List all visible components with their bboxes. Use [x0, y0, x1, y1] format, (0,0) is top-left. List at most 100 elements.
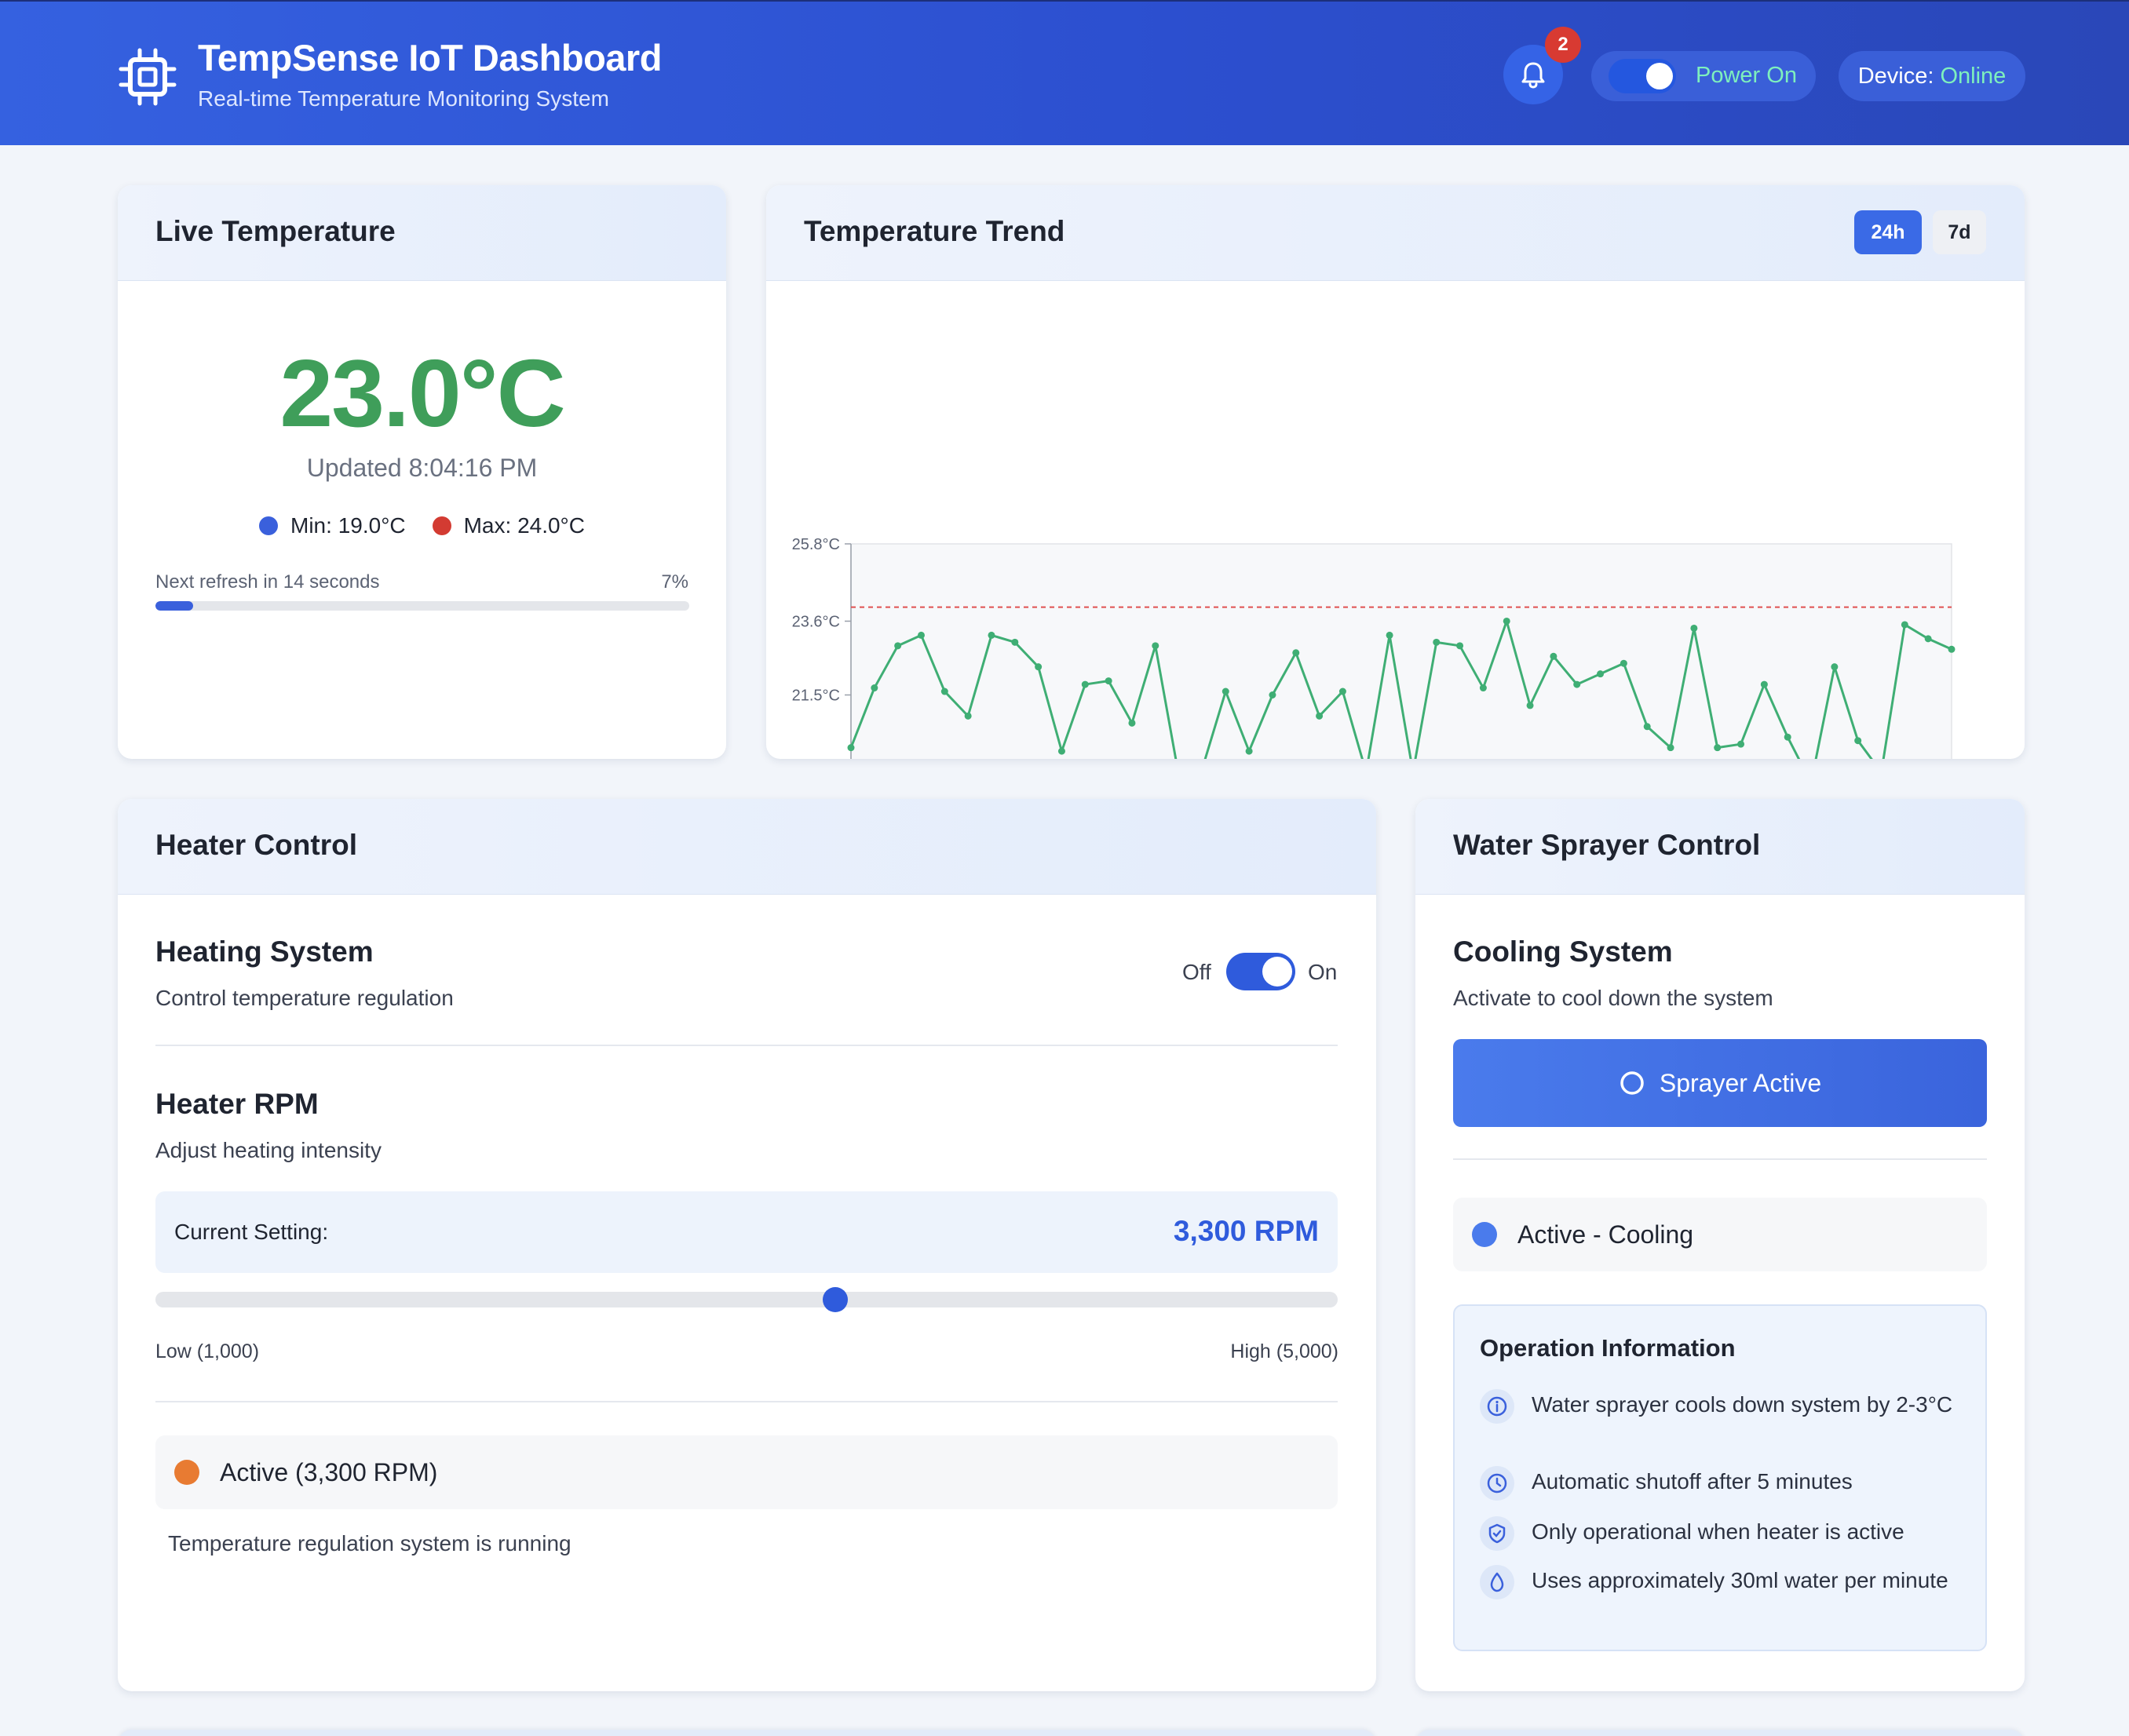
power-toggle[interactable]	[1609, 59, 1676, 93]
device-status-badge: Device: Online	[1839, 51, 2025, 101]
temperature-point	[1948, 645, 1956, 653]
rpm-slider[interactable]	[155, 1287, 1338, 1312]
temperature-point	[1245, 747, 1253, 755]
operation-info-item: Uses approximately 30ml water per minute	[1480, 1565, 1959, 1599]
temperature-point	[1128, 719, 1136, 727]
temperature-point	[1597, 670, 1605, 678]
operation-info-item: Only operational when heater is active	[1480, 1516, 1959, 1551]
operation-info-text: Only operational when heater is active	[1532, 1519, 1904, 1544]
current-setting-label: Current Setting:	[174, 1220, 329, 1244]
device-label: Device:	[1857, 63, 1934, 89]
sprayer-button[interactable]: Sprayer Active	[1453, 1039, 1987, 1127]
refresh-countdown: Next refresh in 14 seconds	[155, 571, 380, 593]
temperature-point	[917, 631, 925, 639]
temperature-point	[1152, 642, 1159, 650]
circle-icon	[1620, 1071, 1644, 1095]
y-tick-label: 21.5°C	[792, 687, 840, 705]
temperature-point	[940, 687, 948, 695]
live-temperature-card: Live Temperature 23.0°C Updated 8:04:16 …	[118, 185, 726, 759]
temperature-point	[847, 744, 855, 752]
temperature-point	[1456, 642, 1464, 650]
power-toggle-knob	[1646, 63, 1673, 89]
refresh-progress-bar	[155, 601, 689, 611]
temperature-point	[1386, 631, 1393, 639]
heating-system-title: Heating System	[155, 935, 374, 968]
card-title: Water Sprayer Control	[1453, 829, 1761, 861]
temperature-point	[894, 642, 902, 650]
heater-note: Temperature regulation system is running	[168, 1531, 572, 1555]
device-status: Online	[1940, 63, 2007, 89]
temperature-point	[1784, 733, 1791, 741]
app-subtitle: Real-time Temperature Monitoring System	[198, 86, 609, 111]
heating-system-subtitle: Control temperature regulation	[155, 986, 454, 1010]
operation-info-item: Automatic shutoff after 5 minutes	[1480, 1466, 1959, 1501]
card-title: Heater Control	[155, 829, 357, 861]
heater-control-card: Heater Control Heating System Control te…	[118, 799, 1376, 1691]
y-tick-label: 25.8°C	[792, 536, 840, 553]
divider	[155, 1401, 1338, 1402]
divider	[1453, 1158, 1987, 1160]
min-legend: Min: 19.0°C	[259, 513, 406, 538]
heater-rpm-title: Heater RPM	[155, 1088, 319, 1120]
next-card-top	[118, 1730, 1376, 1736]
temperature-point	[964, 712, 972, 720]
temperature-point	[871, 684, 878, 692]
card-title: Temperature Trend	[804, 215, 1065, 247]
temperature-point	[1737, 740, 1745, 748]
next-card-top	[1415, 1730, 2025, 1736]
cooling-system-title: Cooling System	[1453, 935, 1673, 968]
temperature-point	[1105, 677, 1112, 685]
shield-icon	[1480, 1516, 1514, 1551]
current-setting-value: 3,300 RPM	[1173, 1215, 1319, 1247]
range-24h-button[interactable]: 24h	[1854, 210, 1922, 254]
operation-info-box: Operation Information Water sprayer cool…	[1453, 1304, 1987, 1651]
temperature-point	[1831, 663, 1839, 671]
chip-icon	[119, 48, 177, 106]
temperature-point	[1550, 652, 1557, 660]
refresh-progress-fill	[155, 601, 193, 611]
temperature-point	[1057, 747, 1065, 755]
temperature-point	[1690, 624, 1698, 632]
heater-status-text: Active (3,300 RPM)	[220, 1457, 438, 1486]
top-bar: TempSense IoT Dashboard Real-time Temper…	[0, 0, 2129, 145]
temperature-trend-card: Temperature Trend 24h 7d 17.2°C19.4°C21.…	[766, 185, 2025, 759]
slider-high-label: High (5,000)	[1230, 1340, 1338, 1362]
status-dot	[1472, 1222, 1497, 1247]
power-control: Power On	[1591, 51, 1816, 101]
notification-badge: 2	[1545, 27, 1581, 63]
temperature-trend-chart: 17.2°C19.4°C21.5°C23.6°C25.8°C09:03 PM05…	[792, 536, 1956, 759]
divider	[155, 1045, 1338, 1046]
temperature-point	[988, 631, 995, 639]
sprayer-status-text: Active - Cooling	[1517, 1220, 1694, 1249]
bell-icon	[1521, 62, 1545, 89]
temperature-point	[1292, 649, 1300, 657]
refresh-percent: 7%	[661, 571, 688, 593]
rpm-slider-thumb[interactable]	[822, 1287, 848, 1312]
operation-info-item: Water sprayer cools down system by 2-3°C	[1480, 1389, 1959, 1424]
min-label: Min: 19.0°C	[290, 513, 406, 538]
temperature-point	[1338, 687, 1346, 695]
operation-info-text: Water sprayer cools down system by 2-3°C	[1532, 1392, 1953, 1417]
temperature-point	[1854, 737, 1862, 745]
max-dot	[432, 516, 451, 535]
min-max-legend: Min: 19.0°C Max: 24.0°C	[118, 513, 726, 538]
card-header: Heater Control	[118, 799, 1376, 895]
temperature-point	[1760, 680, 1768, 688]
status-dot	[174, 1460, 199, 1485]
range-7d-button[interactable]: 7d	[1933, 210, 1986, 254]
temperature-point	[1901, 621, 1908, 629]
card-header: Temperature Trend 24h 7d	[766, 185, 2025, 281]
heater-toggle[interactable]	[1226, 953, 1295, 990]
operation-info-text: Uses approximately 30ml water per minute	[1532, 1568, 1948, 1592]
temperature-point	[1667, 744, 1674, 752]
heater-rpm-subtitle: Adjust heating intensity	[155, 1138, 382, 1162]
clock-icon	[1480, 1466, 1514, 1501]
operation-info-title: Operation Information	[1480, 1334, 1736, 1362]
temperature-point	[1526, 702, 1534, 709]
cooling-system-subtitle: Activate to cool down the system	[1453, 986, 1773, 1010]
sprayer-button-label: Sprayer Active	[1659, 1068, 1822, 1097]
toggle-on-label: On	[1308, 960, 1338, 984]
temperature-point	[1503, 617, 1510, 625]
y-tick-label: 23.6°C	[792, 613, 840, 630]
temperature-point	[1316, 712, 1324, 720]
